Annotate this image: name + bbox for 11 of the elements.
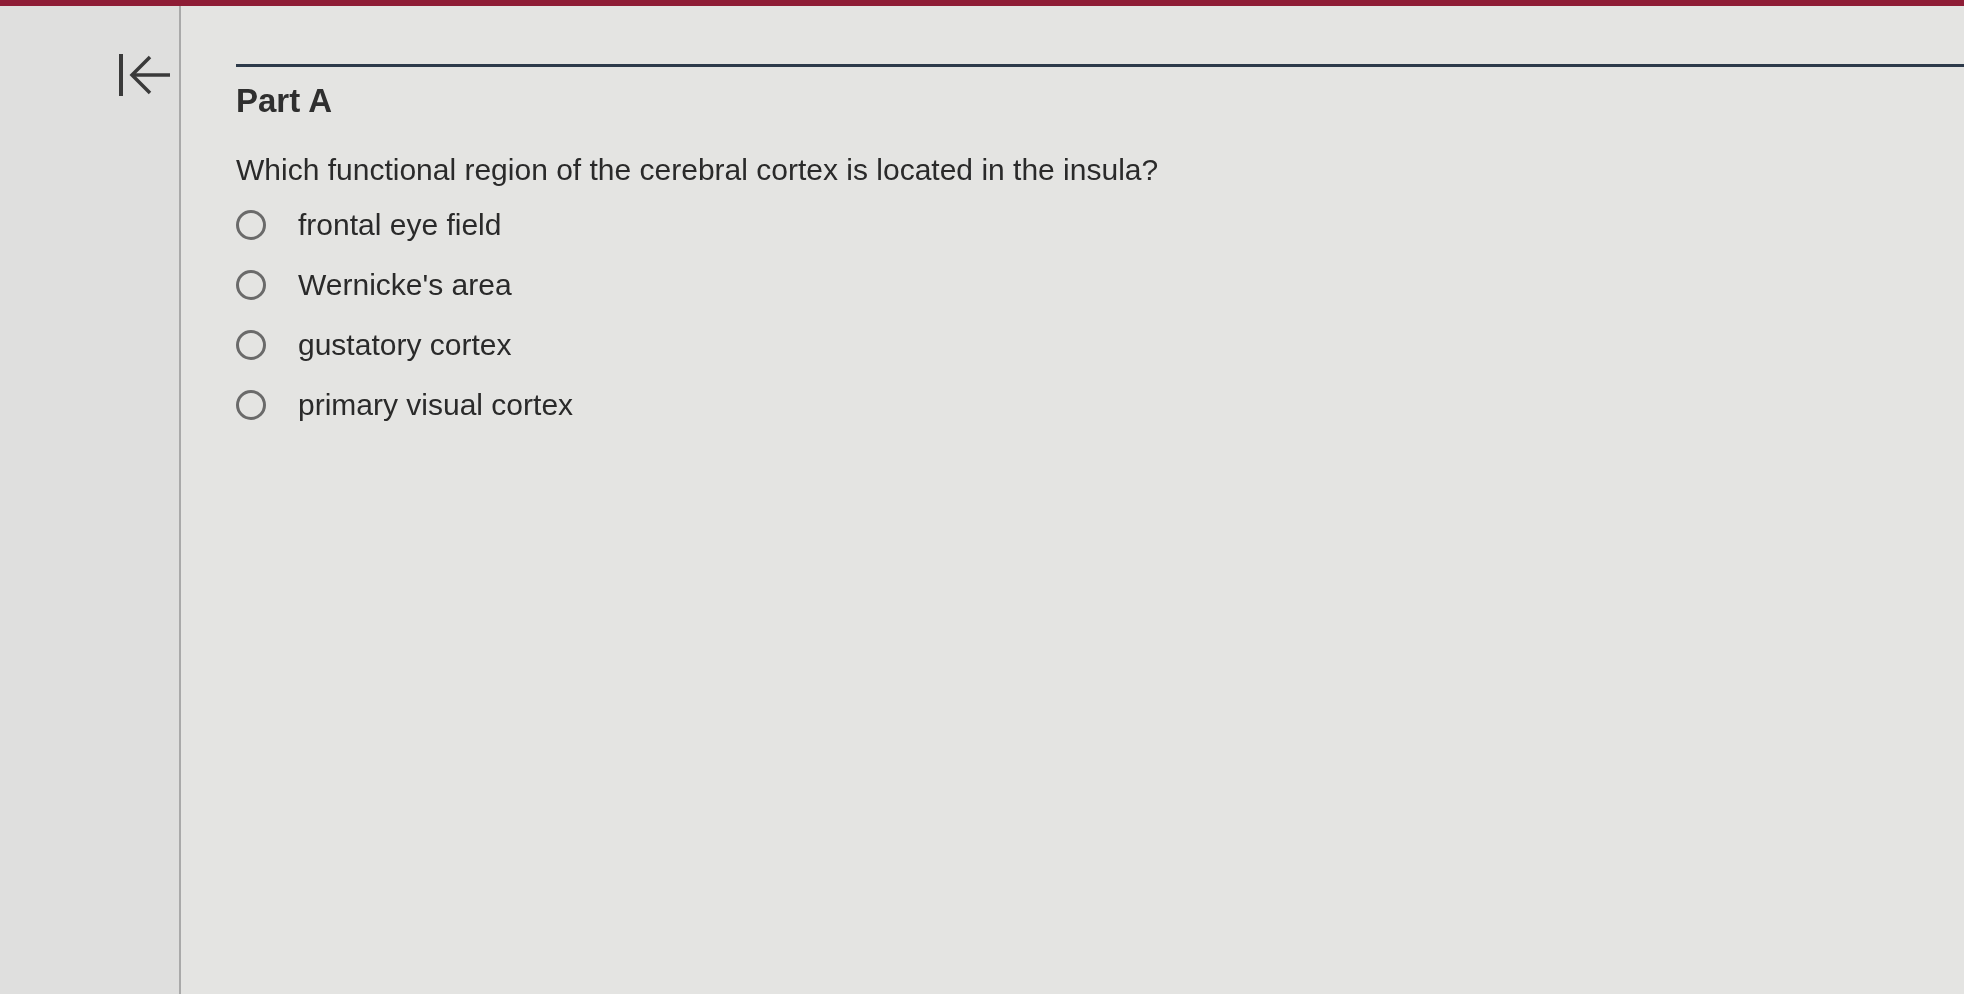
radio-button[interactable] xyxy=(236,330,266,360)
question-text: Which functional region of the cerebral cortex is located in the insula? xyxy=(236,153,1159,187)
part-title: Part A xyxy=(236,82,332,120)
option-label[interactable]: gustatory cortex xyxy=(298,328,512,362)
radio-button[interactable] xyxy=(236,270,266,300)
radio-button[interactable] xyxy=(236,390,266,420)
option-label[interactable]: frontal eye field xyxy=(298,208,502,242)
option-label[interactable]: Wernicke's area xyxy=(298,268,512,302)
collapse-icon[interactable] xyxy=(118,52,172,98)
option-label[interactable]: primary visual cortex xyxy=(298,388,574,422)
radio-button[interactable] xyxy=(236,210,266,240)
